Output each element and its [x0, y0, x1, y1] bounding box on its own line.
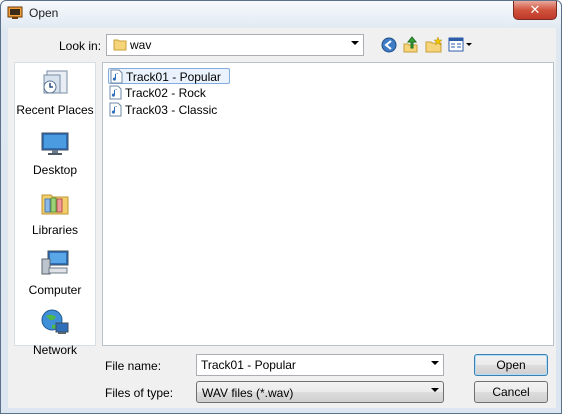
files-of-type-label: Files of type:	[105, 386, 174, 400]
place-label: Libraries	[31, 223, 79, 237]
title-bar[interactable]: Open ✕	[1, 1, 561, 25]
files-of-type-dropdown[interactable]: WAV files (*.wav)	[196, 381, 444, 403]
look-in-dropdown[interactable]: wav	[106, 34, 364, 56]
app-icon	[7, 5, 23, 21]
file-name: Track01 - Popular	[126, 70, 221, 84]
cancel-button[interactable]: Cancel	[474, 381, 548, 403]
desktop-icon	[39, 127, 71, 159]
file-name: Track02 - Rock	[125, 86, 206, 100]
place-label: Computer	[28, 283, 82, 297]
window-title: Open	[29, 6, 59, 20]
file-name: Track03 - Classic	[125, 103, 218, 117]
audio-file-icon	[110, 69, 123, 84]
network-icon	[39, 307, 71, 339]
file-name-combo[interactable]	[196, 354, 444, 376]
file-name-label: File name:	[105, 359, 162, 373]
new-folder-icon[interactable]	[424, 35, 444, 55]
file-name-input[interactable]	[201, 357, 421, 373]
open-button[interactable]: Open	[474, 354, 548, 376]
dialog-body: Look in: wav Recent Places Desktop Libra…	[8, 28, 556, 408]
back-icon[interactable]	[379, 35, 399, 55]
file-item-track01[interactable]: Track01 - Popular	[108, 68, 230, 84]
place-desktop[interactable]: Desktop	[15, 127, 95, 183]
place-label: Desktop	[32, 163, 78, 177]
audio-file-icon	[109, 85, 122, 100]
places-bar: Recent Places Desktop Libraries Computer…	[14, 62, 96, 357]
view-menu-icon[interactable]	[447, 35, 473, 55]
file-item-track03[interactable]: Track03 - Classic	[109, 102, 229, 118]
place-computer[interactable]: Computer	[15, 247, 95, 303]
place-label: Network	[32, 343, 77, 357]
close-button[interactable]: ✕	[513, 1, 557, 20]
close-icon: ✕	[529, 2, 541, 17]
up-folder-icon[interactable]	[401, 35, 421, 55]
look-in-value: wav	[130, 38, 152, 52]
file-item-track02[interactable]: Track02 - Rock	[109, 85, 229, 101]
files-of-type-value: WAV files (*.wav)	[202, 386, 294, 400]
place-label: Recent Places	[16, 103, 94, 117]
open-dialog: Open ✕ Look in: wav Recent Places Deskto…	[0, 0, 562, 414]
chevron-down-icon	[351, 41, 359, 45]
file-list[interactable]: Track01 - Popular Track02 - Rock Track03…	[102, 62, 554, 346]
libraries-icon	[39, 187, 71, 219]
recent-places-icon	[39, 67, 71, 99]
chevron-down-icon[interactable]	[431, 361, 439, 365]
chevron-down-icon	[431, 388, 439, 392]
folder-icon	[113, 38, 127, 51]
place-network[interactable]: Network	[15, 307, 95, 363]
audio-file-icon	[109, 102, 122, 117]
computer-icon	[39, 247, 71, 279]
place-recent-places[interactable]: Recent Places	[15, 67, 95, 123]
look-in-label: Look in:	[59, 39, 102, 53]
place-libraries[interactable]: Libraries	[15, 187, 95, 243]
